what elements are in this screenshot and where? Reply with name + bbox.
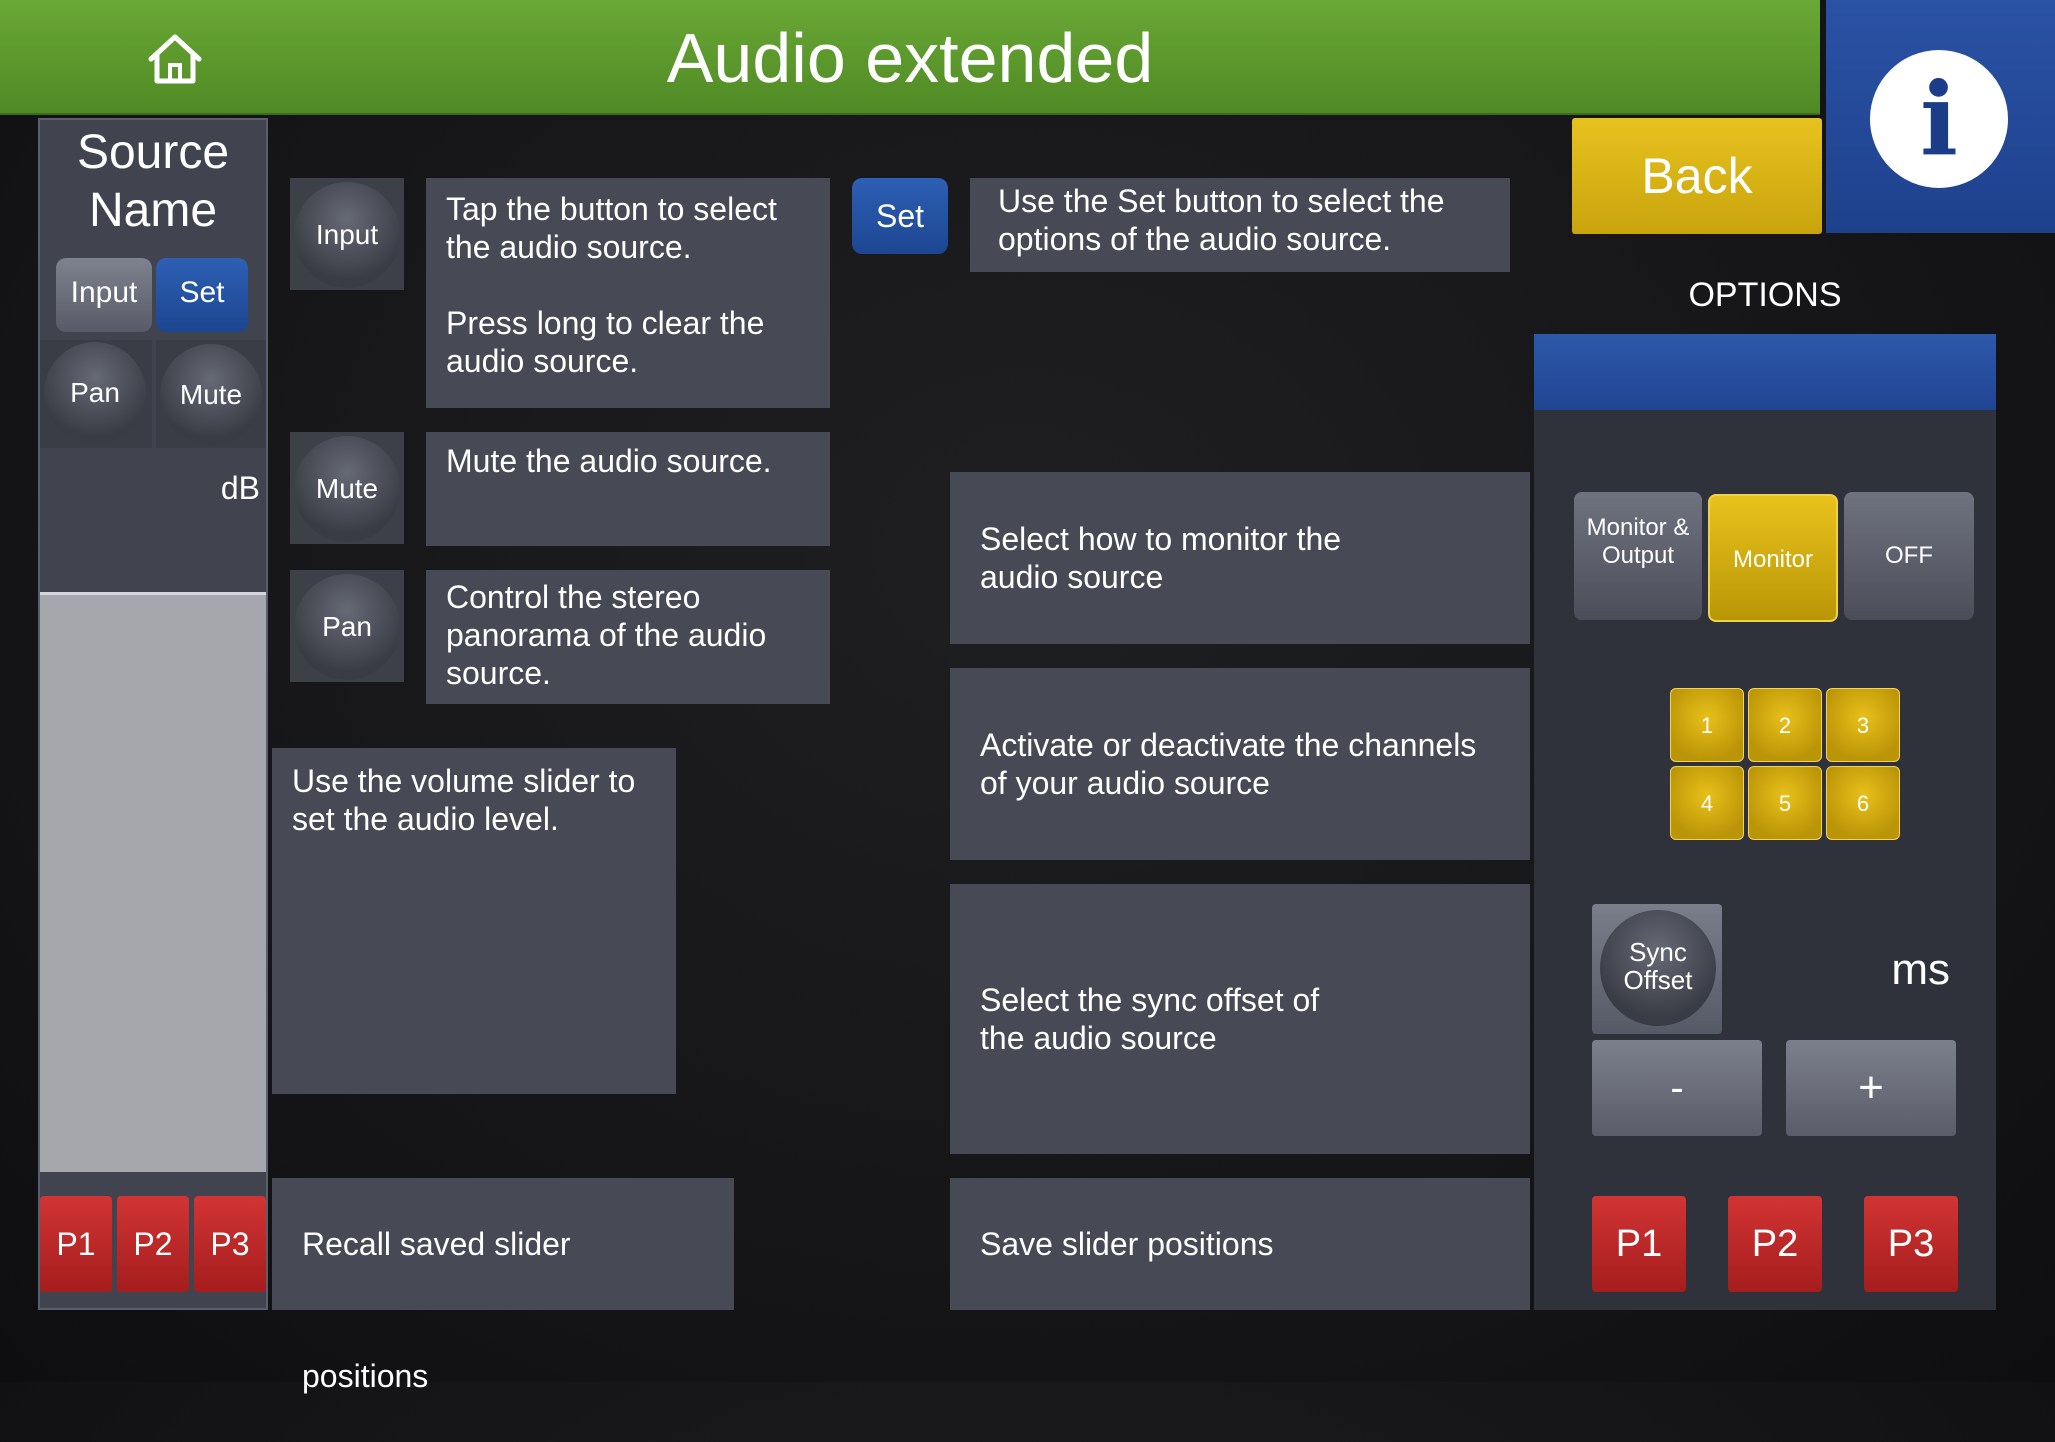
page-title: Audio extended [666,19,1154,97]
input-demo-button: Input [294,182,400,288]
db-readout: dB [220,470,260,506]
channel-2-button[interactable]: 2 [1748,688,1822,762]
monitor-output-button[interactable]: Monitor & Output [1574,492,1702,620]
help-monitor-box: Select how to monitor the audio source [950,472,1530,644]
home-button[interactable] [120,14,230,104]
channel-5-button[interactable]: 5 [1748,766,1822,840]
sync-minus-button[interactable]: - [1592,1040,1762,1136]
help-input-text-1: Tap the button to select the audio sourc… [446,191,777,265]
sync-offset-button[interactable]: Sync Offset [1600,910,1716,1026]
volume-slider[interactable] [40,592,266,1172]
strip-pan-button[interactable]: Pan [44,342,146,444]
help-save-box: Save slider positions [950,1178,1530,1310]
save-preset-p3-button[interactable]: P3 [1864,1196,1958,1292]
help-recall-box: Recall saved slider positions [272,1178,734,1394]
home-icon [148,34,202,84]
options-header-bar [1534,334,1996,410]
ms-unit-label: ms [1891,945,1950,994]
strip-set-button[interactable]: Set [156,258,248,332]
source-name: Source Name [76,126,230,237]
strip-mute-button[interactable]: Mute [160,344,262,446]
set-demo-button: Set [852,178,948,254]
help-set-box: Use the Set button to select the options… [970,178,1510,272]
strip-preset-p3-button[interactable]: P3 [194,1196,266,1292]
help-sync-text: Select the sync offset of the audio sour… [980,982,1320,1056]
help-sync-box: Select the sync offset of the audio sour… [950,884,1530,1154]
info-icon: i [1920,60,1958,178]
strip-input-button[interactable]: Input [56,258,152,332]
channel-1-button[interactable]: 1 [1670,688,1744,762]
save-preset-p1-button[interactable]: P1 [1592,1196,1686,1292]
info-button[interactable]: i [1870,50,2008,188]
help-mute-box: Mute the audio source. [426,432,830,546]
monitor-button[interactable]: Monitor [1708,494,1838,622]
strip-preset-p2-button[interactable]: P2 [117,1196,189,1292]
channel-4-button[interactable]: 4 [1670,766,1744,840]
off-button[interactable]: OFF [1844,492,1974,620]
help-input-box: Tap the button to select the audio sourc… [426,178,830,408]
help-input-text-2: Press long to clear the audio source. [446,305,765,379]
pan-demo-button: Pan [294,574,400,680]
mute-demo-button: Mute [294,436,400,542]
strip-preset-p1-button[interactable]: P1 [40,1196,112,1292]
channel-3-button[interactable]: 3 [1826,688,1900,762]
help-channels-box: Activate or deactivate the channels of y… [950,668,1530,860]
channel-6-button[interactable]: 6 [1826,766,1900,840]
save-preset-p2-button[interactable]: P2 [1728,1196,1822,1292]
help-volume-box: Use the volume slider to set the audio l… [272,748,676,1094]
options-heading: OPTIONS [1688,276,1842,314]
help-monitor-text: Select how to monitor the audio source [980,521,1342,595]
sync-plus-button[interactable]: + [1786,1040,1956,1136]
back-button[interactable]: Back [1572,118,1822,234]
help-pan-box: Control the stereo panorama of the audio… [426,570,830,704]
